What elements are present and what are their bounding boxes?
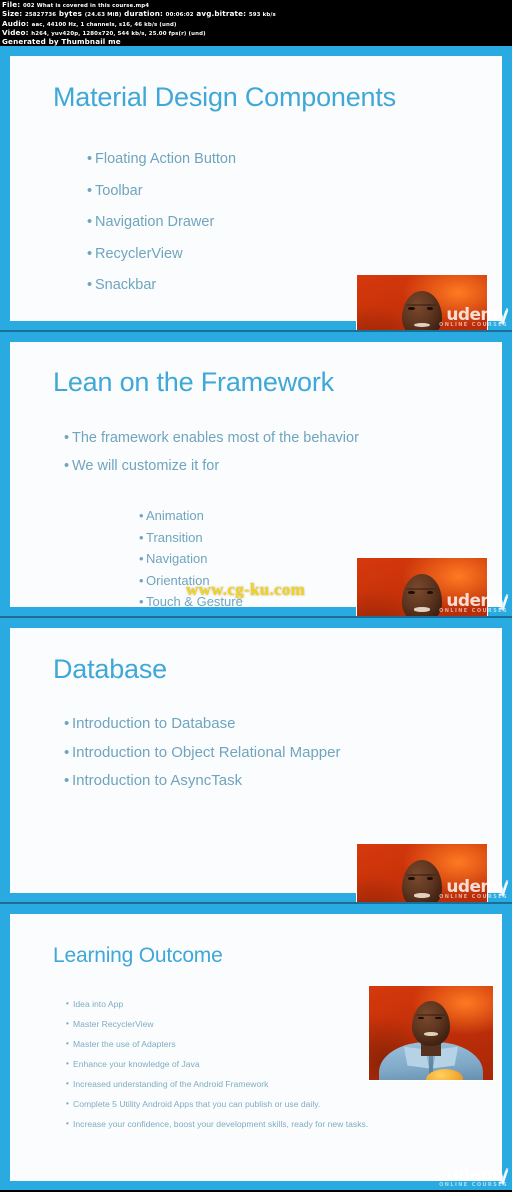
bitrate-value: 593 kb/s xyxy=(248,12,276,19)
audio-value: aac, 44100 Hz, 1 channels, s16, 46 kb/s … xyxy=(31,21,177,28)
presenter-mouth xyxy=(423,1032,439,1036)
presenter-brows xyxy=(406,303,437,306)
thumbnail-contact-sheet: File: 002 What is covered in this course… xyxy=(0,0,512,1192)
size-bytes: 25827736 xyxy=(24,12,57,19)
sub-bullet-item: Navigation xyxy=(139,548,243,570)
slide-title: Database xyxy=(53,654,167,684)
bullet-item: Increase your confidence, boost your dev… xyxy=(66,1114,368,1134)
udemy-slash-icon xyxy=(501,308,509,325)
presenter-eye-left xyxy=(408,877,415,880)
bullet-item: RecyclerView xyxy=(87,239,236,271)
duration-label: duration: xyxy=(124,9,164,19)
udemy-slash-icon xyxy=(501,594,509,611)
bullet-item: Enhance your knowledge of Java xyxy=(66,1054,368,1074)
video-label: Video: xyxy=(2,27,29,37)
webcam-overlay xyxy=(368,985,494,1081)
slide-thumbnail[interactable]: Material Design Components Floating Acti… xyxy=(0,46,512,332)
slide-title: Learning Outcome xyxy=(53,944,223,967)
file-label: File: xyxy=(2,0,21,9)
size-unit: bytes xyxy=(58,9,83,19)
audio-label: Audio: xyxy=(2,18,30,28)
slide-thumbnail[interactable]: Database Introduction to Database Introd… xyxy=(0,618,512,904)
duration-value: 00:06:02 xyxy=(165,12,194,19)
video-value: h264, yuv420p, 1280x720, 544 kb/s, 25.00… xyxy=(31,30,206,37)
bullet-item: We will customize it for xyxy=(64,452,359,480)
bullet-item: Complete 5 Utility Android Apps that you… xyxy=(66,1094,368,1114)
bullet-item: Snackbar xyxy=(87,270,236,302)
bullet-item: The framework enables most of the behavi… xyxy=(64,424,359,452)
media-info-audio-line: Audio: aac, 44100 Hz, 1 channels, s16, 4… xyxy=(2,18,512,29)
presenter-eye-left xyxy=(408,591,415,594)
bullet-item: Introduction to Database xyxy=(64,710,340,739)
sub-bullet-item: Animation xyxy=(139,505,243,527)
bullet-item: Introduction to AsyncTask xyxy=(64,767,340,796)
size-label: Size: xyxy=(2,9,23,19)
slide-thumbnail-list: Material Design Components Floating Acti… xyxy=(0,46,512,1190)
bullet-item: Master the use of Adapters xyxy=(66,1034,368,1054)
webcam-overlay xyxy=(356,843,488,902)
udemy-slash-icon xyxy=(501,880,509,897)
udemy-tagline: ONLINE COURSES xyxy=(439,1182,508,1188)
presenter-eye-right xyxy=(426,307,434,310)
presenter-mouth xyxy=(414,607,430,612)
slide-bullet-list: Idea into App Master RecyclerView Master… xyxy=(66,994,368,1134)
presenter-brows xyxy=(406,873,437,876)
size-mib: (24.63 MiB) xyxy=(84,12,122,19)
presenter-eye-right xyxy=(426,591,434,594)
bullet-item: Introduction to Object Relational Mapper xyxy=(64,739,340,768)
presenter-brows xyxy=(416,1013,445,1016)
file-name: 002 What is covered in this course.mp4 xyxy=(23,3,150,9)
bullet-item: Navigation Drawer xyxy=(87,207,236,239)
generator-label: Generated by Thumbnail me xyxy=(2,37,121,47)
presenter-eye-right xyxy=(426,877,434,880)
media-info-header: File: 002 What is covered in this course… xyxy=(0,0,512,46)
slide-bullet-list: Floating Action Button Toolbar Navigatio… xyxy=(87,144,236,302)
bullet-item: Idea into App xyxy=(66,994,368,1014)
webcam-overlay xyxy=(356,557,488,616)
site-watermark: www.cg-ku.com xyxy=(186,580,306,599)
presenter-mouth xyxy=(414,893,430,898)
sub-bullet-item: Transition xyxy=(139,527,243,549)
presenter-mouth xyxy=(414,323,430,327)
webcam-overlay xyxy=(356,274,488,330)
bullet-item: Toolbar xyxy=(87,176,236,208)
presenter-head xyxy=(411,1001,451,1047)
bullet-item: Floating Action Button xyxy=(87,144,236,176)
slide-title: Material Design Components xyxy=(53,82,396,112)
slide-title: Lean on the Framework xyxy=(53,367,334,397)
presenter-eye-left xyxy=(408,307,415,310)
udemy-slash-icon xyxy=(501,1168,509,1185)
bullet-item: Increased understanding of the Android F… xyxy=(66,1074,368,1094)
slide-thumbnail[interactable]: Lean on the Framework The framework enab… xyxy=(0,332,512,618)
bitrate-label: avg.bitrate: xyxy=(196,9,247,19)
slide-bullet-list: The framework enables most of the behavi… xyxy=(64,424,359,612)
media-info-size-line: Size: 25827736 bytes (24.63 MiB) duratio… xyxy=(2,10,512,19)
bullet-item: Master RecyclerView xyxy=(66,1014,368,1034)
slide-bullet-list: Introduction to Database Introduction to… xyxy=(64,710,340,796)
slide-thumbnail[interactable]: Learning Outcome Idea into App Master Re… xyxy=(0,904,512,1190)
presenter-brows xyxy=(406,587,437,590)
